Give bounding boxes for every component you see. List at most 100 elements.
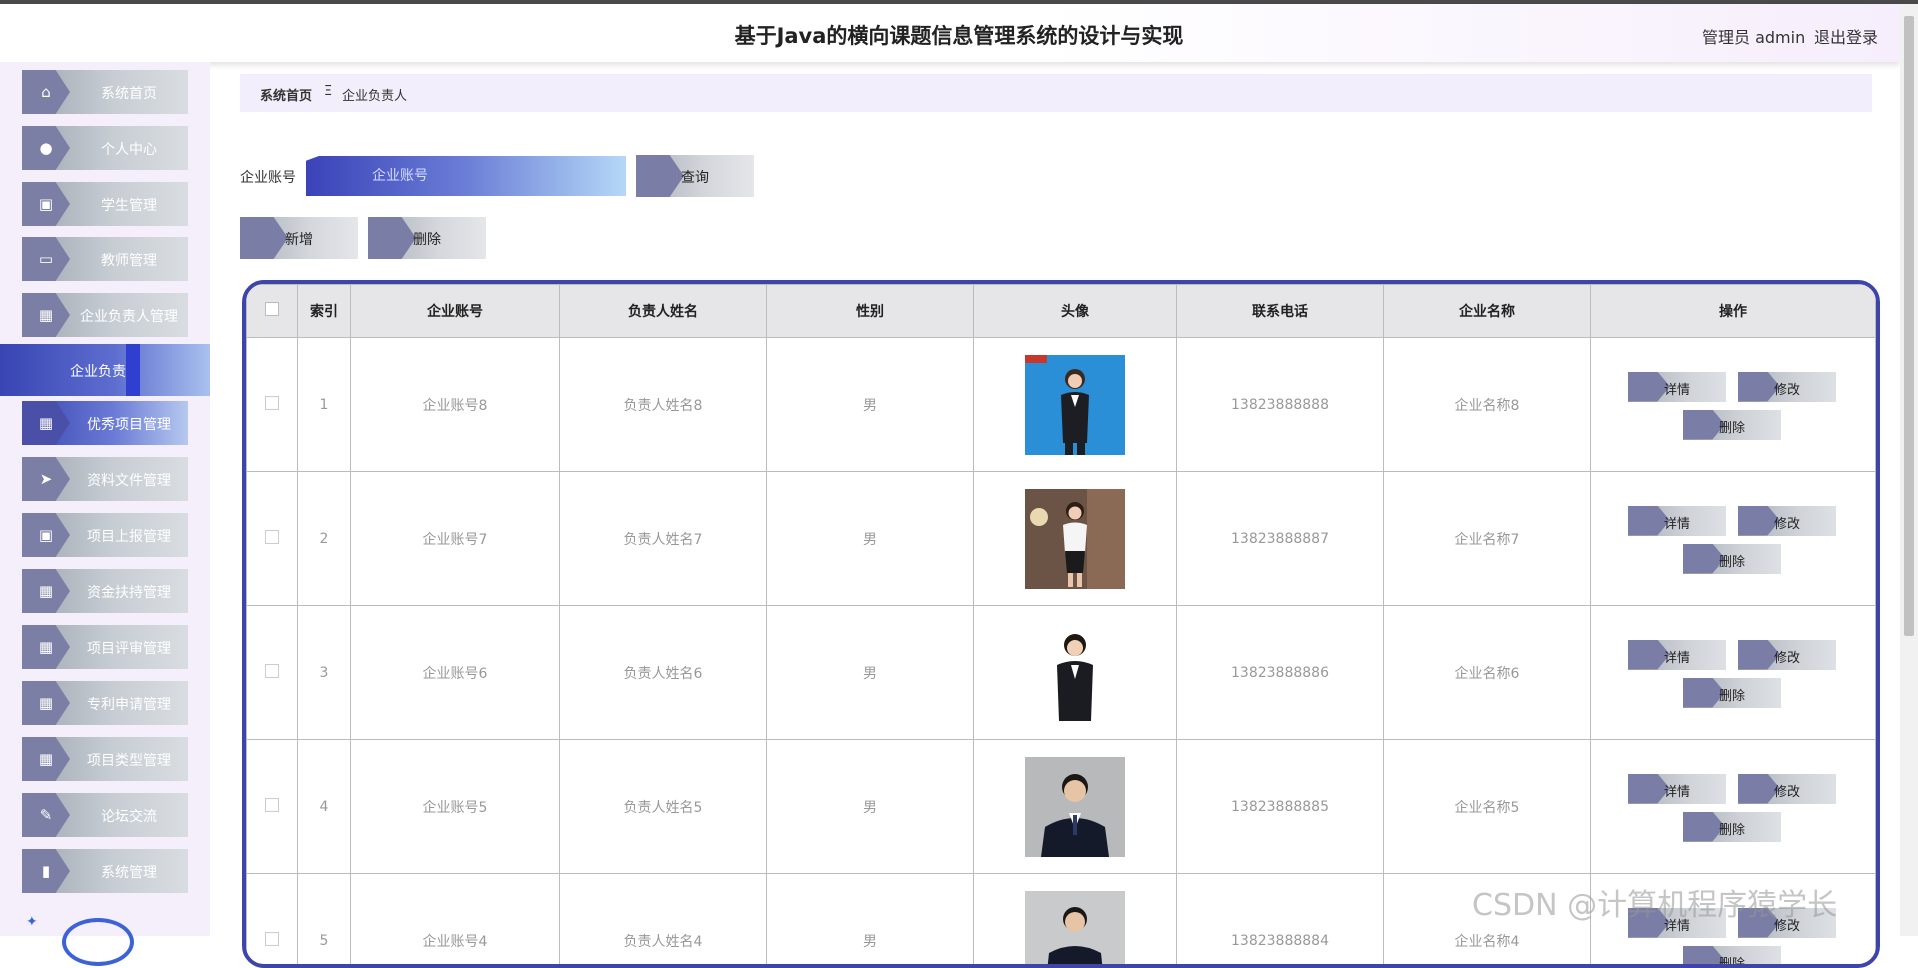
sidebar-item-forum[interactable]: ✎ 论坛交流 xyxy=(22,793,188,837)
comment-icon: ✎ xyxy=(36,805,56,825)
sidebar: ⌂ 系统首页 ● 个人中心 ▣ 学生管理 ▭ 教师管理 ▦ 企业负责人管理 企业… xyxy=(0,62,210,936)
cell-gender: 男 xyxy=(767,874,974,968)
avatar xyxy=(1025,489,1125,589)
grid-icon: ▦ xyxy=(36,305,56,325)
app-title: 基于Java的横向课题信息管理系统的设计与实现 xyxy=(0,20,1918,50)
detail-button[interactable]: 详情 xyxy=(1628,506,1726,536)
breadcrumb-current: 企业负责人 xyxy=(342,85,407,104)
row-checkbox-cell[interactable] xyxy=(247,338,298,472)
sparkle-icon: ✦ xyxy=(26,914,38,930)
send-icon: ➤ xyxy=(36,469,56,489)
sidebar-item-label: 资料文件管理 xyxy=(70,470,188,490)
row-checkbox[interactable] xyxy=(265,932,279,946)
sidebar-item-system[interactable]: ▮ 系统管理 xyxy=(22,849,188,893)
edit-button[interactable]: 修改 xyxy=(1738,372,1836,402)
sidebar-item-excellent-projects[interactable]: ▦ 优秀项目管理 xyxy=(22,401,188,445)
edit-button[interactable]: 修改 xyxy=(1738,640,1836,670)
detail-button[interactable]: 详情 xyxy=(1628,372,1726,402)
sidebar-item-patent[interactable]: ▦ 专利申请管理 xyxy=(22,681,188,725)
sidebar-item-enterprise-manager[interactable]: ▦ 企业负责人管理 xyxy=(22,293,188,337)
detail-button[interactable]: 详情 xyxy=(1628,774,1726,804)
data-table: 索引 企业账号 负责人姓名 性别 头像 联系电话 企业名称 操作 1 企业账号8… xyxy=(242,280,1880,968)
row-actions: 详情 修改 删除 xyxy=(1628,628,1838,718)
delete-button[interactable]: 删除 xyxy=(1683,946,1781,968)
cell-gender: 男 xyxy=(767,338,974,472)
cell-gender: 男 xyxy=(767,740,974,874)
delete-button[interactable]: 删除 xyxy=(1683,544,1781,574)
home-icon: ⌂ xyxy=(36,82,56,102)
row-checkbox-cell[interactable] xyxy=(247,740,298,874)
batch-delete-button[interactable]: 删除 xyxy=(368,217,486,259)
delete-label: 删除 xyxy=(1683,953,1781,968)
query-button[interactable]: 查询 xyxy=(636,155,754,197)
sidebar-item-project-report[interactable]: ▣ 项目上报管理 xyxy=(22,513,188,557)
cell-company: 企业名称6 xyxy=(1384,606,1591,740)
sidebar-item-review[interactable]: ▦ 项目评审管理 xyxy=(22,625,188,669)
cell-gender: 男 xyxy=(767,472,974,606)
breadcrumb-home[interactable]: 系统首页 xyxy=(260,85,312,104)
cell-name: 负责人姓名4 xyxy=(560,874,767,968)
cell-name: 负责人姓名7 xyxy=(560,472,767,606)
select-all-checkbox[interactable] xyxy=(265,302,279,316)
watermark: CSDN @计算机程序猿学长 xyxy=(1472,880,1837,924)
decorative-ring xyxy=(62,918,134,966)
cell-company: 企业名称5 xyxy=(1384,740,1591,874)
cell-avatar xyxy=(974,874,1177,968)
delete-button[interactable]: 删除 xyxy=(1683,678,1781,708)
sidebar-item-label: 专利申请管理 xyxy=(70,694,188,714)
row-checkbox-cell[interactable] xyxy=(247,874,298,968)
header: 基于Java的横向课题信息管理系统的设计与实现 管理员 admin 退出登录 xyxy=(0,4,1900,62)
cell-company: 企业名称7 xyxy=(1384,472,1591,606)
sidebar-item-teachers[interactable]: ▭ 教师管理 xyxy=(22,237,188,281)
sidebar-item-label: 学生管理 xyxy=(70,195,188,215)
logout-link[interactable]: 退出登录 xyxy=(1814,24,1878,48)
cell-account: 企业账号5 xyxy=(351,740,560,874)
column-header: 头像 xyxy=(974,285,1177,338)
cell-actions: 详情 修改 删除 xyxy=(1591,740,1876,874)
table-row: 4 企业账号5 负责人姓名5 男 13823888885 企业名称5 xyxy=(247,740,1876,874)
row-checkbox[interactable] xyxy=(265,798,279,812)
delete-button[interactable]: 删除 xyxy=(1683,410,1781,440)
cell-actions: 详情 修改 删除 xyxy=(1591,606,1876,740)
delete-label: 删除 xyxy=(1683,417,1781,436)
cell-account: 企业账号6 xyxy=(351,606,560,740)
sidebar-item-students[interactable]: ▣ 学生管理 xyxy=(22,182,188,226)
row-checkbox[interactable] xyxy=(265,664,279,678)
detail-button[interactable]: 详情 xyxy=(1628,640,1726,670)
clipboard-icon: ▣ xyxy=(36,525,56,545)
scrollbar-thumb[interactable] xyxy=(1904,16,1914,636)
cell-index: 2 xyxy=(298,472,351,606)
search-label: 企业账号 xyxy=(240,167,296,187)
sidebar-subitem-enterprise-head[interactable]: 企业负责人 xyxy=(0,344,210,396)
detail-label: 详情 xyxy=(1628,781,1726,800)
edit-button[interactable]: 修改 xyxy=(1738,506,1836,536)
table-row: 3 企业账号6 负责人姓名6 男 13823888886 企业名称6 xyxy=(247,606,1876,740)
cell-phone: 13823888885 xyxy=(1177,740,1384,874)
cell-name: 负责人姓名6 xyxy=(560,606,767,740)
edit-label: 修改 xyxy=(1738,513,1836,532)
sidebar-item-project-type[interactable]: ▦ 项目类型管理 xyxy=(22,737,188,781)
sidebar-item-profile[interactable]: ● 个人中心 xyxy=(22,126,188,170)
row-checkbox-cell[interactable] xyxy=(247,472,298,606)
sidebar-item-funding[interactable]: ▦ 资金扶持管理 xyxy=(22,569,188,613)
sidebar-item-files[interactable]: ➤ 资料文件管理 xyxy=(22,457,188,501)
delete-button[interactable]: 删除 xyxy=(1683,812,1781,842)
cell-index: 1 xyxy=(298,338,351,472)
cell-actions: 详情 修改 删除 xyxy=(1591,338,1876,472)
page-scrollbar[interactable] xyxy=(1900,4,1918,936)
cell-index: 3 xyxy=(298,606,351,740)
select-all-header[interactable] xyxy=(247,285,298,338)
column-header: 企业账号 xyxy=(351,285,560,338)
edit-button[interactable]: 修改 xyxy=(1738,774,1836,804)
row-checkbox[interactable] xyxy=(265,396,279,410)
user-icon: ● xyxy=(36,138,56,158)
search-input[interactable] xyxy=(306,156,626,196)
sidebar-subitem-label: 企业负责人 xyxy=(0,361,210,381)
add-button[interactable]: 新增 xyxy=(240,217,358,259)
row-checkbox[interactable] xyxy=(265,530,279,544)
grid-icon: ▦ xyxy=(36,637,56,657)
clipboard-icon: ▣ xyxy=(36,194,56,214)
row-checkbox-cell[interactable] xyxy=(247,606,298,740)
cell-name: 负责人姓名5 xyxy=(560,740,767,874)
sidebar-item-home[interactable]: ⌂ 系统首页 xyxy=(22,70,188,114)
